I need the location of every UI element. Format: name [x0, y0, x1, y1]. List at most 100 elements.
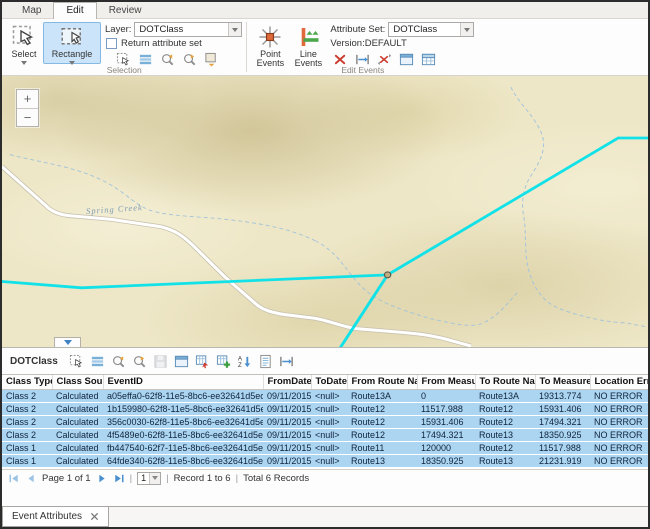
- previous-page-button[interactable]: [25, 472, 37, 484]
- table-cell[interactable]: NO ERROR: [590, 389, 648, 402]
- view-form-button[interactable]: [258, 353, 274, 369]
- table-row[interactable]: Class 2Calculated356c0030-62f8-11e5-8bc6…: [2, 415, 648, 428]
- delete-record-button[interactable]: [195, 353, 211, 369]
- table-row[interactable]: Class 1Calculatedfb447540-62f7-11e5-8bc6…: [2, 441, 648, 454]
- table-cell[interactable]: 120000: [417, 441, 475, 454]
- select-tool-button[interactable]: Select: [7, 22, 41, 64]
- table-cell[interactable]: NO ERROR: [590, 428, 648, 441]
- table-row[interactable]: Class 2Calculated1b159980-62f8-11e5-8bc6…: [2, 402, 648, 415]
- table-cell[interactable]: 09/11/2015: [263, 454, 311, 467]
- column-header[interactable]: ToDate: [311, 375, 347, 389]
- table-cell[interactable]: Class 1: [2, 454, 52, 467]
- table-cell[interactable]: 09/11/2015: [263, 389, 311, 402]
- column-header[interactable]: From Route Name: [347, 375, 417, 389]
- table-cell[interactable]: Route12: [475, 441, 535, 454]
- table-cell[interactable]: NO ERROR: [590, 441, 648, 454]
- return-attribute-set-checkbox[interactable]: [106, 38, 117, 49]
- table-row[interactable]: Class 2Calculated4f5489e0-62f8-11e5-8bc6…: [2, 428, 648, 441]
- pan-to-selection-button[interactable]: [132, 353, 148, 369]
- rectangle-tool-button[interactable]: Rectangle: [43, 22, 101, 64]
- table-cell[interactable]: NO ERROR: [590, 454, 648, 467]
- table-cell[interactable]: 19313.774: [535, 389, 590, 402]
- table-cell[interactable]: Calculated: [52, 441, 103, 454]
- table-cell[interactable]: 11517.988: [417, 402, 475, 415]
- table-cell[interactable]: Calculated: [52, 389, 103, 402]
- sort-button[interactable]: AZ: [237, 353, 253, 369]
- zoom-to-selection-button[interactable]: [111, 353, 127, 369]
- select-records-button[interactable]: [69, 353, 85, 369]
- table-cell[interactable]: <null>: [311, 428, 347, 441]
- first-page-button[interactable]: [8, 472, 20, 484]
- table-cell[interactable]: Class 2: [2, 415, 52, 428]
- table-cell[interactable]: Route13A: [347, 389, 417, 402]
- table-cell[interactable]: 17494.321: [417, 428, 475, 441]
- table-cell[interactable]: Route12: [347, 428, 417, 441]
- table-cell[interactable]: Calculated: [52, 402, 103, 415]
- table-cell[interactable]: Route13: [475, 454, 535, 467]
- table-cell[interactable]: <null>: [311, 441, 347, 454]
- table-cell[interactable]: 0: [417, 389, 475, 402]
- table-cell[interactable]: 09/11/2015: [263, 402, 311, 415]
- table-cell[interactable]: 11517.988: [535, 441, 590, 454]
- table-cell[interactable]: Class 2: [2, 428, 52, 441]
- table-cell[interactable]: 21231.919: [535, 454, 590, 467]
- line-events-button[interactable]: Line Events: [290, 22, 326, 64]
- table-cell[interactable]: <null>: [311, 389, 347, 402]
- table-cell[interactable]: Route12: [475, 415, 535, 428]
- tab-edit[interactable]: Edit: [53, 2, 96, 19]
- table-cell[interactable]: 17494.321: [535, 415, 590, 428]
- table-cell[interactable]: a05effa0-62f8-11e5-8bc6-ee32641d5ec9: [103, 389, 263, 402]
- table-cell[interactable]: Route12: [347, 402, 417, 415]
- table-cell[interactable]: Route12: [475, 402, 535, 415]
- table-cell[interactable]: Calculated: [52, 428, 103, 441]
- table-cell[interactable]: 4f5489e0-62f8-11e5-8bc6-ee32641d5ec9: [103, 428, 263, 441]
- column-header[interactable]: EventID: [103, 375, 263, 389]
- table-cell[interactable]: 15931.406: [535, 402, 590, 415]
- table-cell[interactable]: 1b159980-62f8-11e5-8bc6-ee32641d5ec9: [103, 402, 263, 415]
- tab-review[interactable]: Review: [97, 3, 154, 18]
- table-row[interactable]: Class 1Calculated64fde340-62f8-11e5-8bc6…: [2, 454, 648, 467]
- last-page-button[interactable]: [113, 472, 125, 484]
- show-selected-button[interactable]: [90, 353, 106, 369]
- table-cell[interactable]: NO ERROR: [590, 415, 648, 428]
- zoom-out-button[interactable]: −: [17, 108, 38, 126]
- table-cell[interactable]: <null>: [311, 454, 347, 467]
- table-cell[interactable]: Calculated: [52, 454, 103, 467]
- layer-dropdown[interactable]: DOTClass: [134, 22, 242, 37]
- table-cell[interactable]: Class 2: [2, 389, 52, 402]
- table-cell[interactable]: Class 1: [2, 441, 52, 454]
- column-header[interactable]: Location Error: [590, 375, 648, 389]
- table-cell[interactable]: NO ERROR: [590, 402, 648, 415]
- column-header[interactable]: Class Type: [2, 375, 52, 389]
- table-cell[interactable]: Route13A: [475, 389, 535, 402]
- table-cell[interactable]: Route13: [475, 428, 535, 441]
- table-cell[interactable]: <null>: [311, 402, 347, 415]
- open-table-button[interactable]: [174, 353, 190, 369]
- measure-records-button[interactable]: [279, 353, 295, 369]
- table-cell[interactable]: 09/11/2015: [263, 428, 311, 441]
- column-header[interactable]: Class Source: [52, 375, 103, 389]
- table-row[interactable]: Class 2Calculateda05effa0-62f8-11e5-8bc6…: [2, 389, 648, 402]
- column-header[interactable]: To Route Name: [475, 375, 535, 389]
- save-edits-button[interactable]: [153, 353, 169, 369]
- table-cell[interactable]: Class 2: [2, 402, 52, 415]
- attribute-set-dropdown[interactable]: DOTClass: [388, 22, 474, 37]
- table-cell[interactable]: <null>: [311, 415, 347, 428]
- table-cell[interactable]: Calculated: [52, 415, 103, 428]
- point-events-button[interactable]: Point Events: [252, 22, 288, 64]
- table-cell[interactable]: 09/11/2015: [263, 441, 311, 454]
- table-cell[interactable]: 356c0030-62f8-11e5-8bc6-ee32641d5ec9: [103, 415, 263, 428]
- zoom-in-button[interactable]: +: [17, 90, 38, 108]
- map-view[interactable]: Spring Creek + −: [2, 76, 648, 347]
- close-icon[interactable]: [90, 512, 99, 521]
- column-header[interactable]: FromDate: [263, 375, 311, 389]
- table-cell[interactable]: Route11: [347, 441, 417, 454]
- table-cell[interactable]: 64fde340-62f8-11e5-8bc6-ee32641d5ec9: [103, 454, 263, 467]
- tab-map[interactable]: Map: [10, 3, 53, 18]
- table-cell[interactable]: 18350.925: [417, 454, 475, 467]
- collapse-panel-button[interactable]: [54, 337, 81, 347]
- table-cell[interactable]: fb447540-62f7-11e5-8bc6-ee32641d5ec9: [103, 441, 263, 454]
- tab-event-attributes[interactable]: Event Attributes: [2, 507, 109, 527]
- next-page-button[interactable]: [96, 472, 108, 484]
- column-header[interactable]: From Measure: [417, 375, 475, 389]
